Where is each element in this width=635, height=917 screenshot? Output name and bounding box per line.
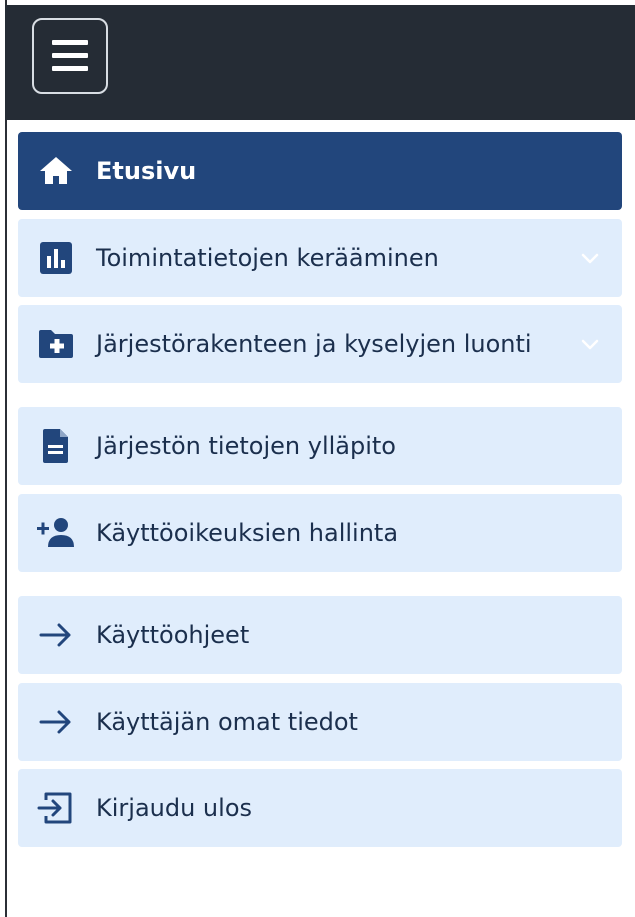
hamburger-menu-icon bbox=[52, 53, 88, 58]
nav-item-jarjeston-tietojen-yllapito[interactable]: Järjestön tietojen ylläpito bbox=[18, 407, 622, 485]
app-frame: Etusivu Toimintatietojen kerääminen Järj… bbox=[0, 0, 635, 917]
nav-item-etusivu[interactable]: Etusivu bbox=[18, 132, 622, 210]
chevron-down-icon[interactable] bbox=[578, 332, 602, 356]
hamburger-menu-icon bbox=[52, 66, 88, 71]
top-bar bbox=[5, 5, 635, 120]
nav-item-label: Kirjaudu ulos bbox=[96, 794, 252, 822]
nav-item-label: Käyttöohjeet bbox=[96, 621, 250, 649]
chevron-down-icon[interactable] bbox=[578, 246, 602, 270]
nav-item-kirjaudu-ulos[interactable]: Kirjaudu ulos bbox=[18, 769, 622, 847]
nav-item-kayttooikeuksien-hallinta[interactable]: Käyttöoikeuksien hallinta bbox=[18, 494, 622, 572]
nav-item-label: Toimintatietojen kerääminen bbox=[96, 244, 439, 272]
window-left-border bbox=[5, 0, 7, 917]
nav-item-label: Käyttöoikeuksien hallinta bbox=[96, 519, 399, 547]
nav-item-label: Järjestörakenteen ja kyselyjen luonti bbox=[96, 330, 532, 358]
nav-item-jarjestorakenteen-luonti[interactable]: Järjestörakenteen ja kyselyjen luonti bbox=[18, 305, 622, 383]
logout-icon bbox=[36, 788, 76, 828]
arrow-right-icon bbox=[36, 702, 76, 742]
nav-item-label: Käyttäjän omat tiedot bbox=[96, 708, 358, 736]
nav-item-label: Etusivu bbox=[96, 157, 197, 185]
menu-toggle-button[interactable] bbox=[32, 18, 108, 94]
nav-item-kayttajan-omat-tiedot[interactable]: Käyttäjän omat tiedot bbox=[18, 683, 622, 761]
arrow-right-icon bbox=[36, 615, 76, 655]
hamburger-menu-icon bbox=[52, 40, 88, 45]
nav-item-label: Järjestön tietojen ylläpito bbox=[96, 432, 396, 460]
folder-plus-icon bbox=[36, 324, 76, 364]
bar-chart-icon bbox=[36, 238, 76, 278]
nav-item-toimintatietojen-keraaminen[interactable]: Toimintatietojen kerääminen bbox=[18, 219, 622, 297]
add-user-icon bbox=[36, 513, 76, 553]
document-icon bbox=[36, 426, 76, 466]
home-icon bbox=[36, 151, 76, 191]
nav-item-kayttoohjeet[interactable]: Käyttöohjeet bbox=[18, 596, 622, 674]
